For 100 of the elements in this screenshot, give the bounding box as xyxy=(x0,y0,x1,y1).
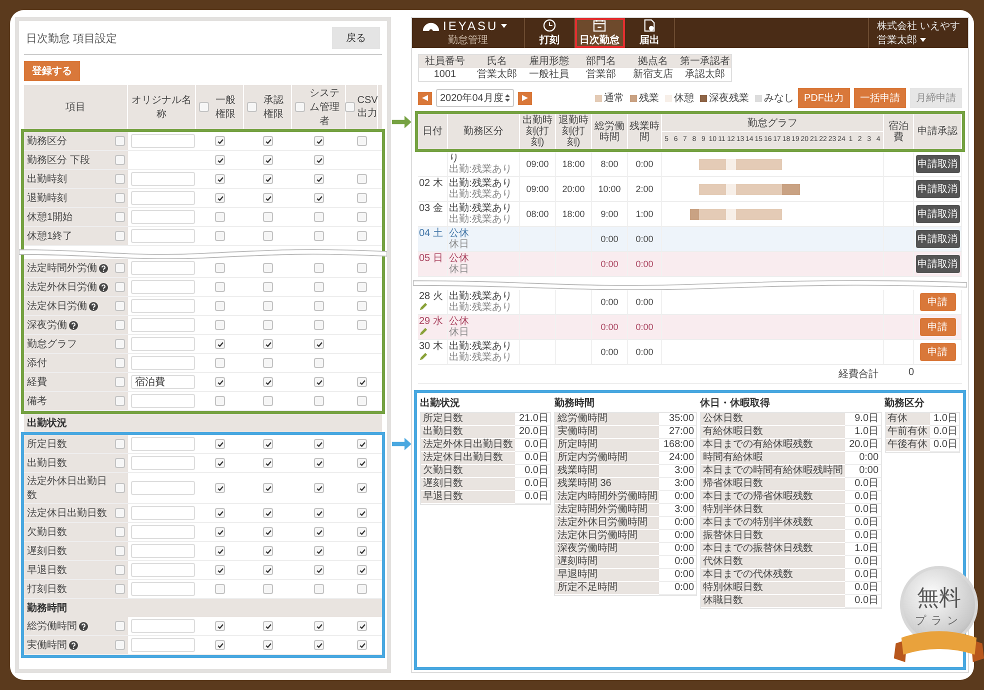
name-field[interactable] xyxy=(131,318,195,332)
name-field[interactable] xyxy=(131,544,195,558)
checkbox[interactable] xyxy=(263,212,273,222)
checkbox[interactable] xyxy=(115,565,125,575)
name-field[interactable] xyxy=(131,456,195,470)
checkbox[interactable] xyxy=(115,301,125,311)
checkbox[interactable] xyxy=(314,174,324,184)
name-field[interactable] xyxy=(131,619,195,633)
checkbox[interactable] xyxy=(115,212,125,222)
checkbox[interactable] xyxy=(357,640,367,650)
checkbox[interactable] xyxy=(314,640,324,650)
help-icon[interactable] xyxy=(99,264,108,272)
name-field[interactable] xyxy=(131,437,195,451)
checkbox[interactable] xyxy=(357,483,367,493)
checkbox[interactable] xyxy=(115,458,125,468)
checkbox[interactable] xyxy=(314,565,324,575)
back-button[interactable]: 戻る xyxy=(332,27,380,49)
checkbox[interactable] xyxy=(115,155,125,165)
checkbox[interactable] xyxy=(115,136,125,146)
apply-button[interactable]: 申請取消 xyxy=(916,205,960,223)
checkbox[interactable] xyxy=(314,263,324,273)
checkbox[interactable] xyxy=(314,396,324,406)
checkbox[interactable] xyxy=(357,621,367,631)
checkbox[interactable] xyxy=(263,320,273,330)
checkbox[interactable] xyxy=(215,136,225,146)
month-select[interactable]: 2020年04月度 xyxy=(436,89,514,107)
checkbox[interactable] xyxy=(263,231,273,241)
checkbox[interactable] xyxy=(215,193,225,203)
help-icon[interactable] xyxy=(69,640,78,650)
checkbox[interactable] xyxy=(215,320,225,330)
name-field[interactable] xyxy=(131,337,195,351)
name-field[interactable]: 宿泊費 xyxy=(131,375,195,389)
checkbox[interactable] xyxy=(314,508,324,518)
checkbox[interactable] xyxy=(215,301,225,311)
checkbox[interactable] xyxy=(115,377,125,387)
checkbox[interactable] xyxy=(199,102,209,112)
checkbox[interactable] xyxy=(215,640,225,650)
checkbox[interactable] xyxy=(115,483,125,493)
checkbox[interactable] xyxy=(115,282,125,292)
checkbox[interactable] xyxy=(314,377,324,387)
checkbox[interactable] xyxy=(345,102,356,112)
name-field[interactable] xyxy=(131,134,195,148)
help-icon[interactable] xyxy=(69,320,78,330)
name-field[interactable] xyxy=(131,638,195,652)
checkbox[interactable] xyxy=(314,546,324,556)
checkbox[interactable] xyxy=(115,320,125,330)
checkbox[interactable] xyxy=(215,527,225,537)
checkbox[interactable] xyxy=(314,358,324,368)
checkbox[interactable] xyxy=(357,231,367,241)
checkbox[interactable] xyxy=(263,458,273,468)
checkbox[interactable] xyxy=(115,174,125,184)
name-field[interactable] xyxy=(131,229,195,243)
checkbox[interactable] xyxy=(115,396,125,406)
checkbox[interactable] xyxy=(314,527,324,537)
previous-button[interactable] xyxy=(418,92,432,104)
checkbox[interactable] xyxy=(115,439,125,449)
checkbox[interactable] xyxy=(263,527,273,537)
checkbox[interactable] xyxy=(314,136,324,146)
name-field[interactable] xyxy=(131,356,195,370)
name-field[interactable] xyxy=(131,481,195,495)
checkbox[interactable] xyxy=(215,231,225,241)
checkbox[interactable] xyxy=(215,358,225,368)
checkbox[interactable] xyxy=(215,339,225,349)
name-field[interactable] xyxy=(131,506,195,520)
checkbox[interactable] xyxy=(215,439,225,449)
checkbox[interactable] xyxy=(314,458,324,468)
checkbox[interactable] xyxy=(263,508,273,518)
checkbox[interactable] xyxy=(263,155,273,165)
checkbox[interactable] xyxy=(215,458,225,468)
checkbox[interactable] xyxy=(357,136,367,146)
checkbox[interactable] xyxy=(357,584,367,594)
checkbox[interactable] xyxy=(357,439,367,449)
help-icon[interactable] xyxy=(99,282,108,292)
apply-button[interactable]: 申請取消 xyxy=(916,230,960,248)
checkbox[interactable] xyxy=(115,527,125,537)
checkbox[interactable] xyxy=(357,508,367,518)
checkbox[interactable] xyxy=(115,621,125,631)
name-field[interactable] xyxy=(131,172,195,186)
apply-button[interactable]: 申請取消 xyxy=(916,180,960,198)
checkbox[interactable] xyxy=(115,508,125,518)
name-field[interactable] xyxy=(131,563,195,577)
checkbox[interactable] xyxy=(357,565,367,575)
checkbox[interactable] xyxy=(357,320,367,330)
checkbox[interactable] xyxy=(314,320,324,330)
checkbox[interactable] xyxy=(215,377,225,387)
help-icon[interactable] xyxy=(79,622,88,630)
checkbox[interactable] xyxy=(215,155,225,165)
checkbox[interactable] xyxy=(263,396,273,406)
checkbox[interactable] xyxy=(215,396,225,406)
checkbox[interactable] xyxy=(357,263,367,273)
pencil-icon[interactable] xyxy=(419,352,428,361)
checkbox[interactable] xyxy=(263,584,273,594)
name-field[interactable] xyxy=(131,582,195,596)
checkbox[interactable] xyxy=(215,174,225,184)
checkbox[interactable] xyxy=(357,458,367,468)
help-icon[interactable] xyxy=(89,302,98,310)
checkbox[interactable] xyxy=(115,339,125,349)
checkbox[interactable] xyxy=(115,263,125,273)
apply-button[interactable]: 申請取消 xyxy=(916,255,960,273)
checkbox[interactable] xyxy=(263,546,273,556)
